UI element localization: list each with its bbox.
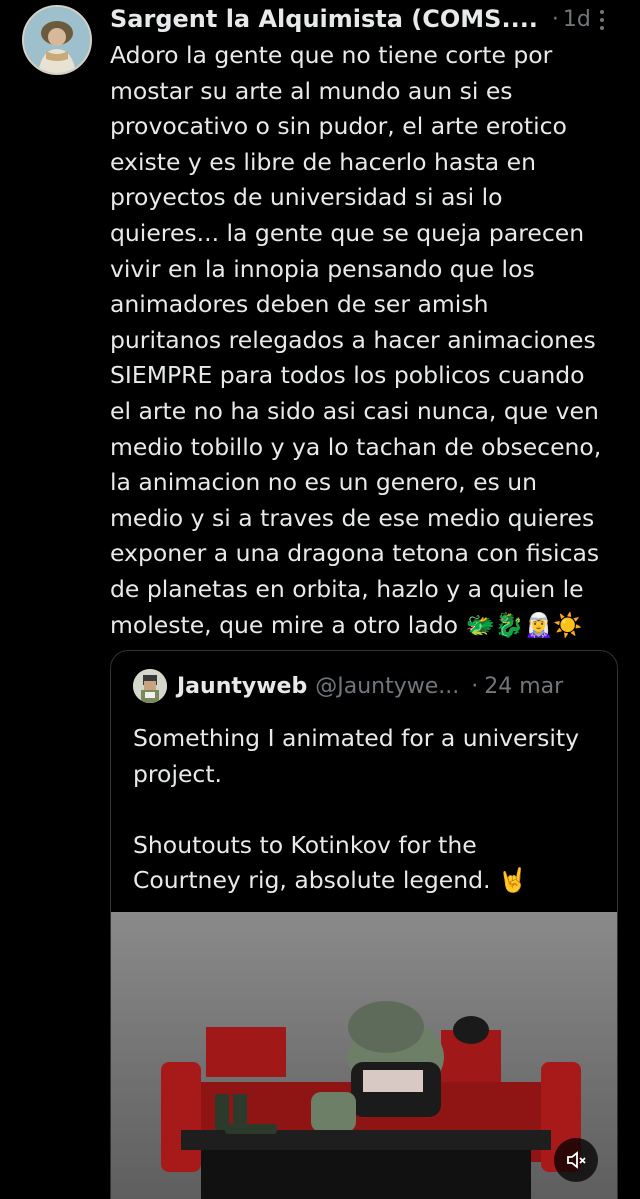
tweet-page: Sargent la Alquimista (COMS.... · 1d Ado… <box>0 0 640 1199</box>
video-thumbnail <box>111 912 617 1199</box>
quoted-user-avatar[interactable] <box>133 669 167 703</box>
quoted-author-handle[interactable]: @Jauntywe... <box>315 674 459 699</box>
quoted-timestamp[interactable]: 24 mar <box>484 674 563 699</box>
post-timestamp[interactable]: 1d <box>563 7 591 32</box>
post-text: Adoro la gente que no tiene corte por mo… <box>110 41 602 639</box>
quoted-post-header: Jauntyweb @Jauntywe... · 24 mar <box>177 669 607 703</box>
quoted-author-name[interactable]: Jauntyweb <box>177 674 307 699</box>
quoted-post[interactable]: Jauntyweb @Jauntywe... · 24 mar Somethin… <box>110 650 618 1199</box>
post-header: Sargent la Alquimista (COMS.... · 1d <box>110 2 610 36</box>
speaker-muted-icon <box>567 1151 586 1169</box>
more-vertical-icon[interactable] <box>592 6 612 34</box>
author-display-name[interactable]: Sargent la Alquimista (COMS.... <box>110 5 538 33</box>
video-player[interactable] <box>111 912 617 1199</box>
quoted-time-separator: · <box>471 673 479 699</box>
user-avatar[interactable] <box>22 5 92 75</box>
quoted-post-text: Something I animated for a university pr… <box>133 724 580 895</box>
time-separator: · <box>551 6 559 32</box>
mute-button[interactable] <box>554 1138 598 1182</box>
